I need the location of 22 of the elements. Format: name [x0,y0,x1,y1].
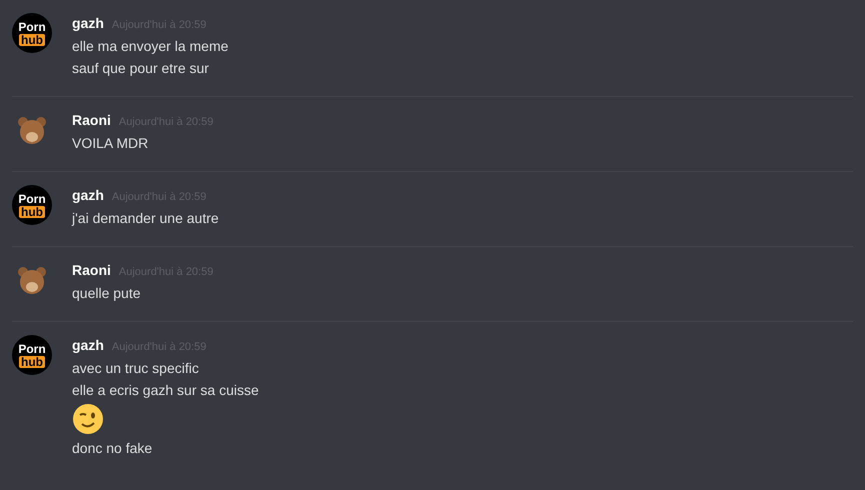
message-text: j'ai demander une autre [72,209,219,228]
winking-face-icon [72,403,104,435]
author-name[interactable]: gazh [72,335,104,356]
author-name[interactable]: Raoni [72,260,111,281]
logo-text: hub [19,34,45,46]
logo-text: hub [19,356,45,368]
bear-icon [16,264,48,296]
bear-icon [16,114,48,146]
logo-text: hub [19,206,45,218]
message-text: sauf que pour etre sur [72,59,209,78]
author-name[interactable]: Raoni [72,110,111,131]
message-text: elle a ecris gazh sur sa cuisse [72,381,259,400]
message-text: elle ma envoyer la meme [72,37,228,56]
message-text: VOILA MDR [72,134,148,153]
message-text: quelle pute [72,284,141,303]
author-name[interactable]: gazh [72,13,104,34]
message-text: avec un truc specific [72,359,199,378]
logo-text: Porn [18,192,46,204]
logo-text: Porn [18,342,46,354]
logo-text: Porn [18,20,46,32]
message-text: donc no fake [72,439,152,458]
author-name[interactable]: gazh [72,185,104,206]
